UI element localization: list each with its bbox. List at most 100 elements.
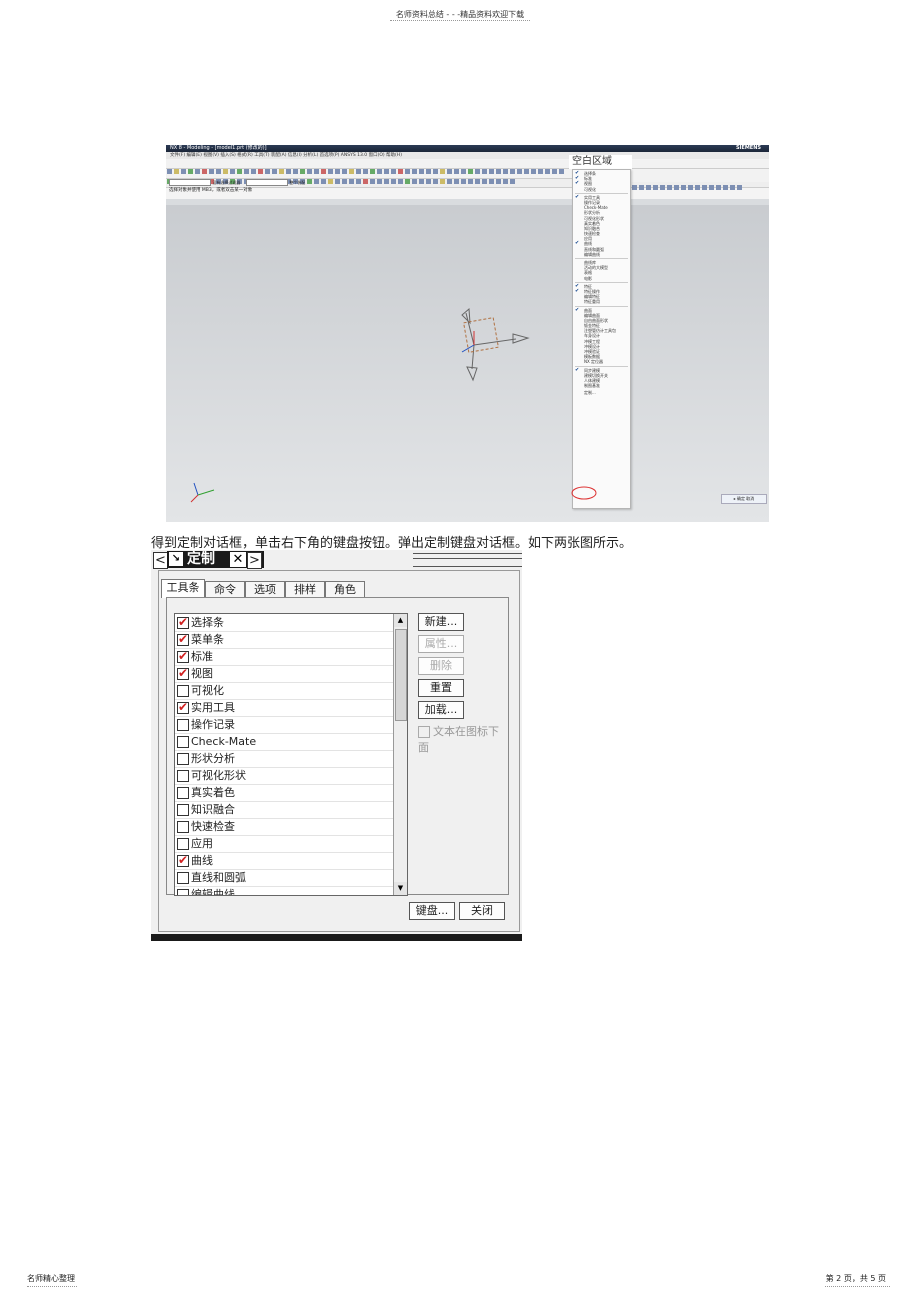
list-scrollbar[interactable]: ▲ ▼	[393, 614, 407, 895]
scroll-thumb[interactable]	[395, 629, 407, 721]
reset-button[interactable]: 重置	[418, 679, 464, 697]
back-arrow-icon[interactable]: <	[153, 552, 168, 569]
toolbar-label: 真实着色	[191, 786, 235, 799]
assembly-text: 整个装配	[289, 180, 306, 185]
nx-toolbar-standard[interactable]	[166, 159, 769, 174]
toolbar-checkbox[interactable]	[177, 804, 189, 816]
toolbar-label: 可视化	[191, 684, 224, 697]
toolbar-checkbox[interactable]	[177, 838, 189, 850]
context-menu-item[interactable]: 制图基准	[573, 383, 630, 388]
tab-1[interactable]: 命令	[205, 581, 245, 598]
toolbar-list-row[interactable]: 直线和圆弧	[175, 869, 393, 887]
checkmark-icon: ✔	[178, 632, 189, 646]
tab-2[interactable]: 选项	[245, 581, 285, 598]
delete-button[interactable]: 删除	[418, 657, 464, 675]
text-below-icon-label: 文本在图标下面	[418, 725, 499, 754]
close-button[interactable]: 关闭	[459, 902, 505, 920]
menu-separator	[575, 258, 628, 259]
pin-icon[interactable]: ↘	[169, 552, 183, 566]
context-menu-item[interactable]: NX 定位器	[573, 359, 630, 364]
context-menu-item-label: 编辑曲线	[584, 251, 600, 257]
toolbar-checkbox[interactable]	[177, 889, 189, 895]
scroll-down-icon[interactable]: ▼	[394, 882, 407, 895]
toolbar-label: 菜单条	[191, 633, 224, 646]
toolbar-checkbox[interactable]	[177, 719, 189, 731]
context-menu-item[interactable]: 编辑曲线	[573, 252, 630, 257]
toolbar-checkbox[interactable]: ✔	[177, 666, 189, 680]
menu-separator	[575, 365, 628, 367]
toolbar-list-row[interactable]: 可视化形状	[175, 767, 393, 785]
customize-highlight-circle	[571, 486, 597, 500]
context-menu-item[interactable]: 特征重用	[573, 299, 630, 304]
toolbar-list-row[interactable]: ✔ 选择条	[175, 614, 393, 632]
toolbar-checkbox[interactable]	[177, 685, 189, 697]
toolbar-list-row[interactable]: ✔ 实用工具	[175, 699, 393, 717]
new-button[interactable]: 新建...	[418, 613, 464, 631]
toolbar-list-row[interactable]: 可视化	[175, 682, 393, 700]
nx-document-tabs[interactable]	[166, 194, 769, 209]
toolbar-list-row[interactable]: 真实着色	[175, 784, 393, 802]
toolbar-list-row[interactable]: 快速检查	[175, 818, 393, 836]
nx-screenshot: NX 8 - Modeling - [model1.prt (修改的)] SIE…	[166, 145, 769, 522]
close-icon[interactable]: ✕	[230, 552, 246, 567]
context-menu-item[interactable]: 可视化	[573, 187, 630, 192]
toolbar-list-row[interactable]: 知识融合	[175, 801, 393, 819]
toolbar-list-row[interactable]: ✔ 菜单条	[175, 631, 393, 649]
toolbar-checkbox[interactable]	[177, 736, 189, 748]
toolbar-checkbox[interactable]	[177, 787, 189, 799]
toolbar-label: 编辑曲线	[191, 888, 235, 896]
toolbar-checkbox[interactable]	[177, 821, 189, 833]
toolbar-checkbox[interactable]	[177, 753, 189, 765]
nx-bottom-buttons[interactable]: ▸ 确定 取消	[721, 494, 767, 504]
toolbar-checkbox[interactable]: ✔	[177, 632, 189, 646]
toolbar-label: 实用工具	[191, 701, 235, 714]
tab-4[interactable]: 角色	[325, 581, 365, 598]
text-below-icon-checkbox[interactable]	[418, 726, 430, 738]
toolbar-label: 形状分析	[191, 752, 235, 765]
toolbar-checkbox[interactable]	[177, 770, 189, 782]
nx-toolbar-right[interactable]	[631, 175, 769, 190]
toolbar-label: 操作记录	[191, 718, 235, 731]
toolbar-list-row[interactable]: ✔ 视图	[175, 665, 393, 683]
forward-arrow-icon[interactable]: >	[247, 552, 262, 569]
nx-menubar[interactable]: 文件(F) 编辑(E) 视图(V) 插入(S) 格式(R) 工具(T) 装配(A…	[166, 152, 769, 159]
context-menu-item-label: 可视化	[584, 186, 596, 192]
footer-divider-left	[27, 1286, 77, 1287]
toolbar-label: Check-Mate	[191, 735, 257, 748]
customize-menu-item[interactable]: 定制...	[573, 390, 630, 395]
scroll-up-icon[interactable]: ▲	[394, 614, 407, 627]
coordinate-system-graphics	[190, 307, 530, 503]
toolbar-list-row[interactable]: 操作记录	[175, 716, 393, 734]
toolbar-list-row[interactable]: ✔ 曲线	[175, 852, 393, 870]
header-divider	[390, 20, 530, 21]
toolbar-list-row[interactable]: 形状分析	[175, 750, 393, 768]
toolbar-list[interactable]: ✔ 选择条 ✔ 菜单条 ✔ 标准 ✔ 视图 可视化 ✔ 实用工具 操作记录 Check-Mate 形状分析…	[174, 613, 408, 896]
page-footer-left: 名师精心整理	[27, 1274, 75, 1283]
properties-button[interactable]: 属性...	[418, 635, 464, 653]
context-menu-item-label: NX 定位器	[584, 359, 604, 365]
toolbar-list-row[interactable]: 编辑曲线	[175, 886, 393, 896]
toolbar-list-row[interactable]: 应用	[175, 835, 393, 853]
toolbar-label: 知识融合	[191, 803, 235, 816]
context-menu-item[interactable]: 电影	[573, 276, 630, 281]
toolbar-checkbox[interactable]: ✔	[177, 853, 189, 867]
assembly-dropdown[interactable]	[245, 179, 288, 186]
toolbar-checkbox[interactable]: ✔	[177, 649, 189, 663]
selection-filter-text: 没有选择过滤器	[212, 180, 241, 185]
toolbar-checkbox[interactable]: ✔	[177, 700, 189, 714]
load-button[interactable]: 加载...	[418, 701, 464, 719]
toolbar-context-menu[interactable]: ✔ 选择条 ✔ 标准 ✔ 视图 可视化 ✔ 实用工具 操作记录 Check-Mate 形状分析 可视化形…	[572, 169, 631, 509]
selection-filter-dropdown[interactable]	[169, 179, 211, 186]
menu-separator	[575, 192, 628, 194]
checkmark-icon: ✔	[178, 853, 189, 867]
toolbar-list-row[interactable]: Check-Mate	[175, 733, 393, 751]
toolbar-checkbox[interactable]: ✔	[177, 615, 189, 629]
tab-0[interactable]: 工具条	[161, 579, 205, 598]
toolbar-list-row[interactable]: ✔ 标准	[175, 648, 393, 666]
tab-3[interactable]: 排样	[285, 581, 325, 598]
menu-separator	[575, 305, 628, 307]
nx-graphics-window[interactable]	[166, 205, 769, 522]
keyboard-button[interactable]: 键盘...	[409, 902, 455, 920]
text-below-icon-option[interactable]: 文本在图标下面	[418, 723, 508, 755]
toolbar-checkbox[interactable]	[177, 872, 189, 884]
